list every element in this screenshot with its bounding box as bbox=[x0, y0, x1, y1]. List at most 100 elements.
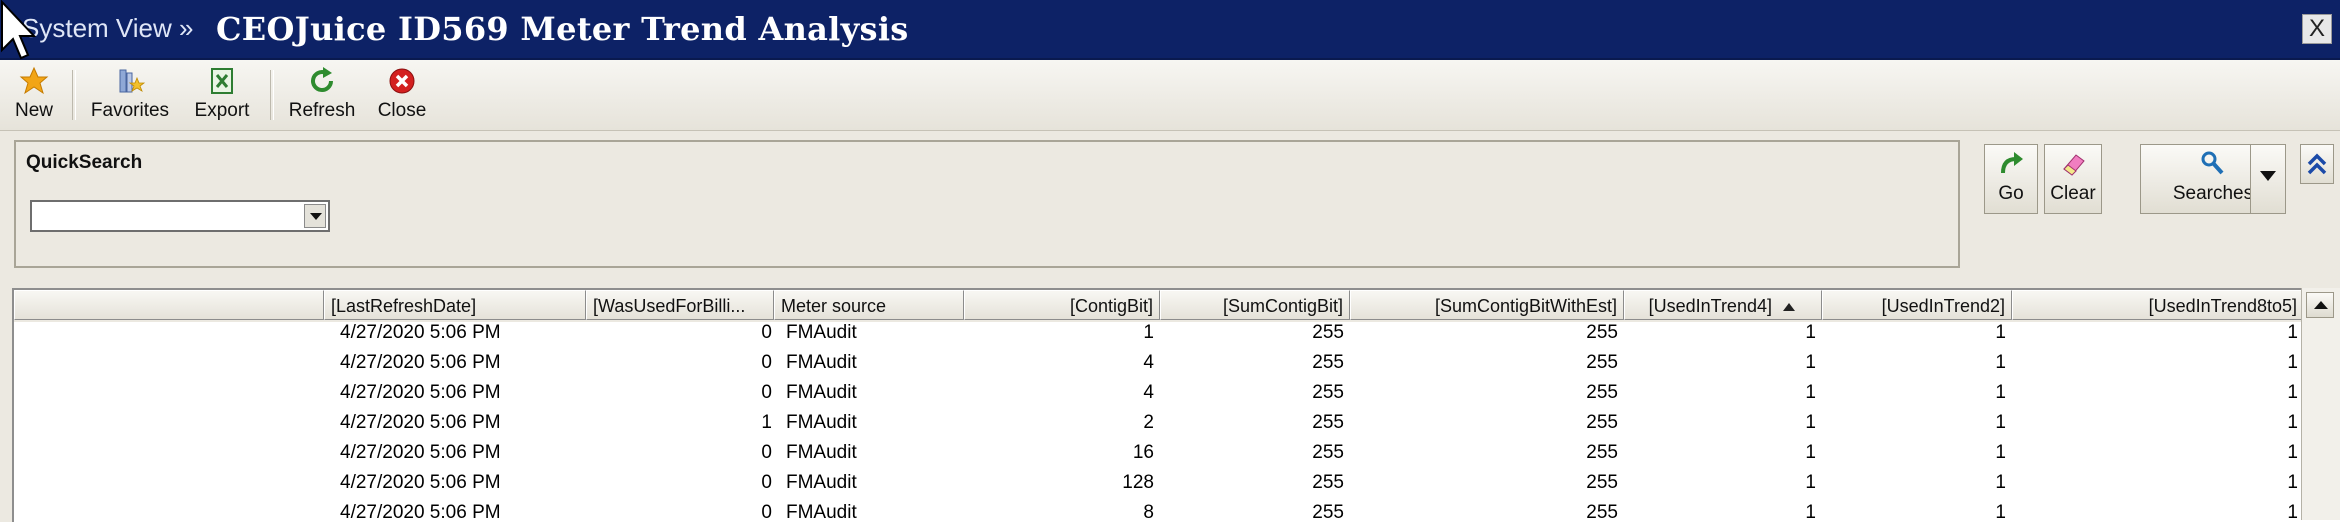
table-cell-c9: 1 bbox=[2287, 472, 2298, 493]
table-cell-c6: 255 bbox=[1586, 382, 1618, 403]
window-close-button[interactable]: X bbox=[2302, 14, 2332, 44]
new-button[interactable]: New bbox=[8, 64, 60, 124]
table-cell-c4: 4 bbox=[1143, 352, 1154, 373]
table-cell-c6: 255 bbox=[1586, 502, 1618, 522]
quicksearch-dropdown[interactable] bbox=[30, 200, 330, 232]
table-cell-c3: FMAudit bbox=[786, 322, 857, 343]
breadcrumb-system-view[interactable]: System View » bbox=[22, 13, 193, 44]
excel-export-icon bbox=[211, 68, 233, 94]
table-cell-c6: 255 bbox=[1586, 442, 1618, 463]
table-row[interactable]: 4/27/2020 5:06 PM 0 FMAudit 4 255 255 1 1 1 bbox=[14, 378, 2304, 408]
table-cell-c1: 4/27/2020 5:06 PM bbox=[340, 412, 501, 433]
table-row[interactable]: 4/27/2020 5:06 PM 0 FMAudit 128 255 255 1 1 1 bbox=[14, 468, 2304, 498]
clear-label: Clear bbox=[2050, 183, 2096, 204]
table-row[interactable]: 4/27/2020 5:06 PM 0 FMAudit 1 255 255 1 1 1 bbox=[14, 318, 2304, 348]
title-bar: System View » CEOJuice ID569 Meter Trend… bbox=[0, 0, 2340, 60]
refresh-label: Refresh bbox=[288, 100, 356, 121]
column-header-used-in-trend8to5[interactable]: [UsedInTrend8to5] bbox=[2012, 290, 2304, 320]
vertical-scrollbar[interactable] bbox=[2301, 288, 2340, 520]
column-header-sum-contig-bit[interactable]: [SumContigBit] bbox=[1160, 290, 1350, 320]
table-row[interactable]: 4/27/2020 5:06 PM 0 FMAudit 8 255 255 1 1 1 bbox=[14, 498, 2304, 522]
favorites-button[interactable]: Favorites bbox=[82, 64, 178, 124]
scroll-up-arrow-icon[interactable] bbox=[2306, 292, 2334, 318]
table-cell-c1: 4/27/2020 5:06 PM bbox=[340, 322, 501, 343]
table-cell-c8: 1 bbox=[1995, 382, 2006, 403]
table-cell-c3: FMAudit bbox=[786, 382, 857, 403]
table-cell-c4: 2 bbox=[1143, 412, 1154, 433]
column-header-blank[interactable] bbox=[14, 290, 324, 320]
export-button[interactable]: Export bbox=[186, 64, 258, 124]
table-cell-c8: 1 bbox=[1995, 472, 2006, 493]
table-cell-c2: 0 bbox=[761, 322, 772, 343]
table-cell-c6: 255 bbox=[1586, 472, 1618, 493]
quicksearch-label: QuickSearch bbox=[26, 152, 143, 173]
table-cell-c5: 255 bbox=[1312, 412, 1344, 433]
search-wrench-icon bbox=[2201, 151, 2224, 175]
column-header-last-refresh-date[interactable]: [LastRefreshDate] bbox=[324, 290, 586, 320]
export-label: Export bbox=[194, 100, 250, 121]
table-cell-c2: 1 bbox=[761, 412, 772, 433]
table-cell-c1: 4/27/2020 5:06 PM bbox=[340, 382, 501, 403]
table-cell-c1: 4/27/2020 5:06 PM bbox=[340, 502, 501, 522]
close-button[interactable]: Close bbox=[372, 64, 432, 124]
table-cell-c4: 4 bbox=[1143, 382, 1154, 403]
table-row[interactable]: 4/27/2020 5:06 PM 1 FMAudit 2 255 255 1 1 1 bbox=[14, 408, 2304, 438]
table-cell-c5: 255 bbox=[1312, 322, 1344, 343]
go-button[interactable]: Go bbox=[1984, 144, 2038, 214]
table-cell-c7: 1 bbox=[1805, 352, 1816, 373]
table-cell-c1: 4/27/2020 5:06 PM bbox=[340, 352, 501, 373]
column-header-contig-bit[interactable]: [ContigBit] bbox=[964, 290, 1160, 320]
table-cell-c9: 1 bbox=[2287, 382, 2298, 403]
collapse-panel-button[interactable] bbox=[2300, 144, 2334, 184]
go-arrow-icon bbox=[2001, 152, 2023, 174]
table-cell-c9: 1 bbox=[2287, 322, 2298, 343]
table-row[interactable]: 4/27/2020 5:06 PM 0 FMAudit 16 255 255 1 1 1 bbox=[14, 438, 2304, 468]
table-cell-c2: 0 bbox=[761, 472, 772, 493]
star-icon bbox=[19, 66, 49, 95]
close-label: Close bbox=[377, 100, 427, 121]
quicksearch-panel: QuickSearch bbox=[14, 140, 1960, 268]
table-cell-c2: 0 bbox=[761, 382, 772, 403]
column-header-sum-contig-bit-with-est[interactable]: [SumContigBitWithEst] bbox=[1350, 290, 1624, 320]
favorites-label: Favorites bbox=[90, 100, 170, 121]
table-cell-c5: 255 bbox=[1312, 502, 1344, 522]
table-cell-c3: FMAudit bbox=[786, 472, 857, 493]
column-header-used-in-trend4[interactable]: [UsedInTrend4] bbox=[1624, 290, 1822, 320]
column-header-used-in-trend2[interactable]: [UsedInTrend2] bbox=[1822, 290, 2012, 320]
table-cell-c6: 255 bbox=[1586, 352, 1618, 373]
refresh-button[interactable]: Refresh bbox=[280, 64, 364, 124]
searches-dropdown-button[interactable] bbox=[2250, 144, 2286, 214]
refresh-icon bbox=[311, 67, 333, 92]
table-cell-c3: FMAudit bbox=[786, 412, 857, 433]
table-cell-c7: 1 bbox=[1805, 412, 1816, 433]
double-chevron-up-icon bbox=[2307, 153, 2327, 175]
close-circle-icon bbox=[389, 68, 415, 94]
table-cell-c5: 255 bbox=[1312, 442, 1344, 463]
table-cell-c2: 0 bbox=[761, 352, 772, 373]
used-in-trend4-label: [UsedInTrend4] bbox=[1648, 296, 1772, 316]
table-cell-c8: 1 bbox=[1995, 412, 2006, 433]
table-cell-c9: 1 bbox=[2287, 502, 2298, 522]
clear-button[interactable]: Clear bbox=[2044, 144, 2102, 214]
mouse-cursor-icon bbox=[0, 0, 36, 60]
table-cell-c7: 1 bbox=[1805, 322, 1816, 343]
sort-ascending-icon bbox=[1783, 303, 1795, 312]
favorites-icon bbox=[119, 69, 145, 93]
table-cell-c9: 1 bbox=[2287, 352, 2298, 373]
table-cell-c2: 0 bbox=[761, 442, 772, 463]
table-cell-c7: 1 bbox=[1805, 382, 1816, 403]
table-cell-c8: 1 bbox=[1995, 442, 2006, 463]
toolbar-separator bbox=[72, 70, 76, 120]
table-cell-c5: 255 bbox=[1312, 472, 1344, 493]
table-cell-c7: 1 bbox=[1805, 472, 1816, 493]
column-header-was-used-for-billing[interactable]: [WasUsedForBilli... bbox=[586, 290, 774, 320]
page-title: CEOJuice ID569 Meter Trend Analysis bbox=[216, 10, 909, 48]
column-header-meter-source[interactable]: Meter source bbox=[774, 290, 964, 320]
table-cell-c5: 255 bbox=[1312, 382, 1344, 403]
data-grid: [LastRefreshDate] [WasUsedForBilli... Me… bbox=[12, 288, 2340, 522]
table-cell-c6: 255 bbox=[1586, 412, 1618, 433]
table-cell-c9: 1 bbox=[2287, 412, 2298, 433]
dropdown-arrow-icon[interactable] bbox=[304, 204, 326, 228]
table-row[interactable]: 4/27/2020 5:06 PM 0 FMAudit 4 255 255 1 1 1 bbox=[14, 348, 2304, 378]
table-cell-c3: FMAudit bbox=[786, 352, 857, 373]
